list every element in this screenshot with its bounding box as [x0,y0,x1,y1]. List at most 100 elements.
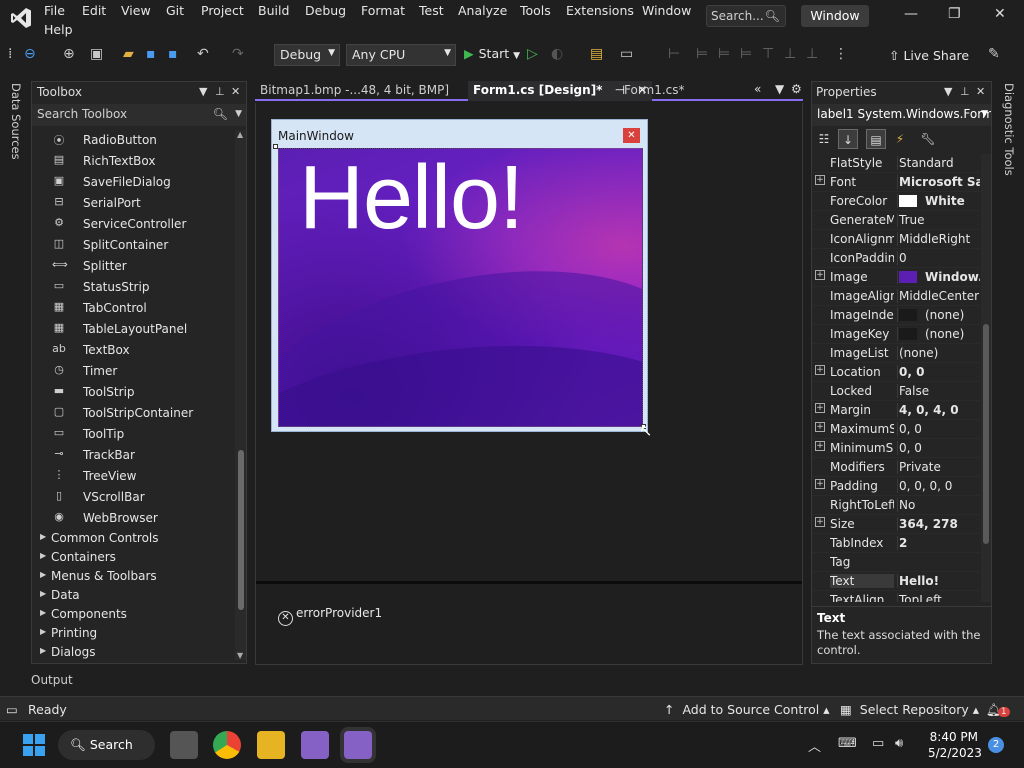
events-icon[interactable]: ⚡ [890,129,910,149]
menu-edit[interactable]: Edit [82,3,106,18]
property-value[interactable]: 0, 0 [897,365,980,379]
property-row[interactable]: + Image Window.I [812,268,980,287]
toolbox-search-input[interactable]: Search Toolbox 🔍︎ ▼ [32,104,246,126]
property-row[interactable]: + MaximumS 0, 0 [812,420,980,439]
property-value[interactable]: False [897,384,980,398]
menu-view[interactable]: View [121,3,151,18]
alphabetical-icon[interactable]: ↓ [838,129,858,149]
properties-icon[interactable]: ▤ [866,129,886,149]
expand-icon[interactable]: + [815,441,825,451]
form-client-area[interactable]: Hello! [278,148,643,427]
toolbox-item[interactable]: ⚙ ServiceController [32,214,234,235]
toolbox-item[interactable]: ▦ TabControl [32,298,234,319]
property-row[interactable]: ImageKey (none) [812,325,980,344]
menu-analyze[interactable]: Analyze [458,3,507,18]
diagnostic-tools-tab[interactable]: Diagnostic Tools [1002,83,1016,176]
keyboard-icon[interactable]: ⌨ [838,736,857,751]
expand-icon[interactable]: + [815,365,825,375]
expand-icon[interactable]: + [815,422,825,432]
toolbox-item[interactable]: ▤ RichTextBox [32,151,234,172]
taskbar-search[interactable]: 🔍︎ Search [58,730,155,760]
open-folder-icon[interactable]: ▰ [123,46,134,62]
align-right-icon[interactable]: ⊨ [740,46,752,62]
align-center-icon[interactable]: ⊨ [718,46,730,62]
start-button[interactable]: ▶ Start ▼ [464,46,520,61]
property-row[interactable]: ImageAlign MiddleCenter [812,287,980,306]
align-top-icon[interactable]: ⊤ [762,46,774,62]
property-value[interactable]: Standard [897,156,980,170]
property-value[interactable]: 0, 0, 0, 0 [897,479,980,493]
property-value[interactable]: Microsoft San [897,175,980,189]
scrollbar-thumb[interactable] [983,324,989,544]
data-sources-tab[interactable]: Data Sources [9,83,23,160]
property-value[interactable]: White [897,194,980,208]
visual-studio-logo-icon[interactable] [9,6,33,30]
restore-icon[interactable]: ❐ [948,6,961,22]
expand-icon[interactable]: + [815,175,825,185]
hello-label[interactable]: Hello! [299,153,524,243]
undo-icon[interactable]: ↶ [197,46,209,62]
property-row[interactable]: GenerateMe True [812,211,980,230]
volume-icon[interactable]: 🔊︎ [895,736,903,751]
scroll-down-icon[interactable]: ▼ [237,651,243,660]
property-row[interactable]: ImageIndex (none) [812,306,980,325]
toolbox-item[interactable]: ▬ ToolStrip [32,382,234,403]
tab-form1-code[interactable]: Form1.cs* [619,81,690,101]
property-value[interactable]: (none) [897,308,980,322]
visual-studio-active-icon[interactable] [344,731,372,759]
property-row[interactable]: + MinimumSi 0, 0 [812,439,980,458]
chrome-icon[interactable] [213,731,241,759]
property-row[interactable]: Modifiers Private [812,458,980,477]
menu-project[interactable]: Project [201,3,244,18]
align-bottom-icon[interactable]: ⊥ [806,46,818,62]
property-row[interactable]: ImageList (none) [812,344,980,363]
property-value[interactable]: Window.I [897,270,980,284]
property-value[interactable]: 0, 0 [897,422,980,436]
add-source-control-button[interactable]: ↑ Add to Source Control ▴ [664,702,829,717]
menu-git[interactable]: Git [166,3,184,18]
save-icon[interactable]: ▪ [146,46,156,62]
property-row[interactable]: + Margin 4, 0, 4, 0 [812,401,980,420]
toolbox-item[interactable]: ⊸ TrackBar [32,445,234,466]
redo-icon[interactable]: ↷ [232,46,244,62]
property-value[interactable]: True [897,213,980,227]
align-left-icon[interactable]: ⊨ [696,46,708,62]
notification-badge[interactable]: 2 [988,737,1004,753]
property-row[interactable]: IconAlignm MiddleRight [812,230,980,249]
align-middle-icon[interactable]: ⊥ [784,46,796,62]
toolbox-group[interactable]: ▶ Containers [32,548,234,567]
property-value[interactable]: MiddleCenter [897,289,980,303]
toolbox-item[interactable]: ⋮ TreeView [32,466,234,487]
toolbox-item[interactable]: ▯ VScrollBar [32,487,234,508]
minimize-icon[interactable]: — [904,6,918,22]
search-input[interactable]: Search... 🔍︎ [706,5,786,27]
toolbox-item[interactable]: ◫ SplitContainer [32,235,234,256]
pin-icon[interactable]: ⊥ [215,85,225,98]
toolbox-scrollbar[interactable]: ▲ ▼ [235,130,246,660]
output-tab[interactable]: Output [31,673,73,687]
chevron-up-icon[interactable]: ︿ [808,736,821,755]
object-selector[interactable]: label1 System.Windows.Form ▼ [812,104,991,126]
select-repository-button[interactable]: ▦ Select Repository ▴ [840,702,979,717]
property-value[interactable]: (none) [897,327,980,341]
live-share-button[interactable]: ⇧ Live Share [889,48,969,63]
feedback-icon[interactable]: ✎ [988,46,1000,62]
toolbox-group[interactable]: ▶ Menus & Toolbars [32,567,234,586]
property-pages-icon[interactable]: 🔧︎ [918,129,938,149]
visual-studio-icon[interactable] [301,731,329,759]
align-icon[interactable]: ⊢ [668,46,680,62]
chevron-down-icon[interactable]: ▼ [775,82,784,96]
toolbox-item[interactable]: ▦ TableLayoutPanel [32,319,234,340]
property-row[interactable]: + Location 0, 0 [812,363,980,382]
property-value[interactable]: (none) [897,346,980,360]
chevron-down-icon[interactable]: ▼ [199,85,207,98]
menu-help[interactable]: Help [44,22,73,37]
toolbox-item[interactable]: ⟺ Splitter [32,256,234,277]
property-value[interactable]: 0, 0 [897,441,980,455]
network-icon[interactable]: ▭ [872,736,884,751]
property-row[interactable]: Text Hello! [812,572,980,591]
layout-icon[interactable]: ▭ [620,46,633,62]
property-row[interactable]: ForeColor White [812,192,980,211]
property-row[interactable]: TabIndex 2 [812,534,980,553]
platform-dropdown[interactable]: Any CPU ▼ [346,44,456,66]
